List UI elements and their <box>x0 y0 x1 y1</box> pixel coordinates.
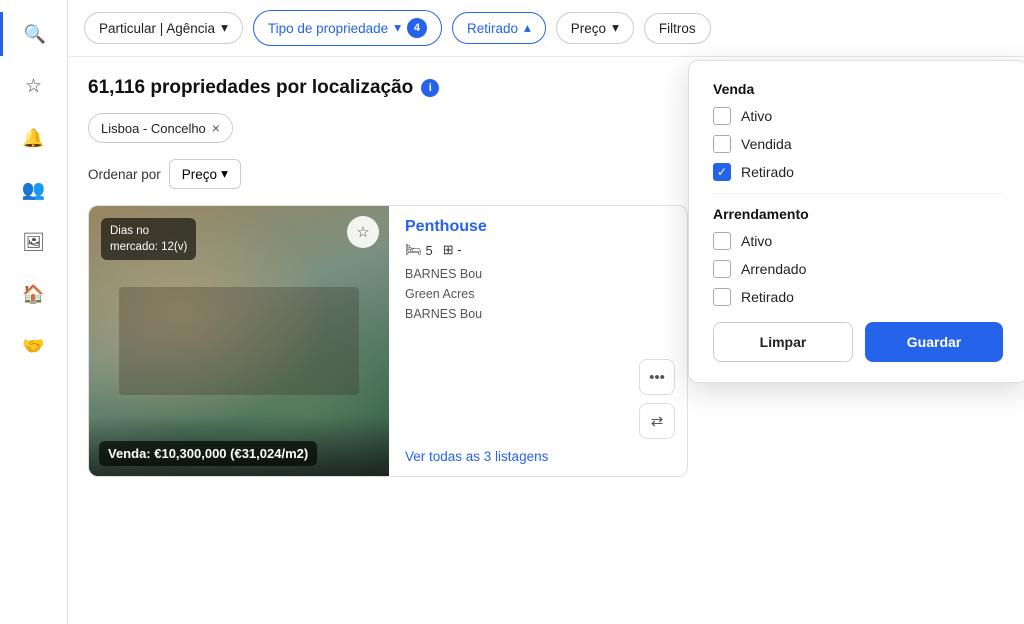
label-venda-vendida: Vendida <box>741 136 792 152</box>
chevron-down-icon: ▾ <box>221 20 228 36</box>
bell-icon: 🔔 <box>22 128 44 149</box>
filter-retirado[interactable]: Retirado ▴ <box>452 12 546 44</box>
card-image: Dias no mercado: 12(v) ☆ Venda: €10,300,… <box>89 206 389 476</box>
sidebar: 🔍 ☆ 🔔 👥 🖼 🏠 🤝 <box>0 0 68 624</box>
checkbox-venda-vendida[interactable] <box>713 135 731 153</box>
label-arrend-ativo: Ativo <box>741 233 772 249</box>
close-icon[interactable]: × <box>212 120 220 136</box>
gallery-icon: 🖼 <box>22 232 45 253</box>
filter-tipo-propriedade[interactable]: Tipo de propriedade ▾ 4 <box>253 10 442 46</box>
dots-icon: ••• <box>649 369 665 386</box>
card-price: Venda: €10,300,000 (€31,024/m2) <box>99 441 317 466</box>
location-tag[interactable]: Lisboa - Concelho × <box>88 113 233 143</box>
agent2: Green Acres <box>405 284 675 304</box>
sort-label: Ordenar por <box>88 167 161 182</box>
agent3: BARNES Bou <box>405 304 675 324</box>
chevron-down-icon: ▾ <box>221 166 228 182</box>
dropdown-item-venda-ativo[interactable]: Ativo <box>713 107 1003 125</box>
checkbox-arrend-ativo[interactable] <box>713 232 731 250</box>
tag-label: Lisboa - Concelho <box>101 121 206 136</box>
view-all-listings-link[interactable]: Ver todas as 3 listagens <box>405 449 675 464</box>
card-actions: ••• ⇄ <box>405 359 675 439</box>
share-button[interactable]: ⇄ <box>639 403 675 439</box>
card-badge: Dias no mercado: 12(v) <box>101 218 196 260</box>
label-venda-retirado: Retirado <box>741 164 794 180</box>
area-info: ⊞ - <box>443 242 462 258</box>
dropdown-item-arrend-retirado[interactable]: Retirado <box>713 288 1003 306</box>
checkbox-venda-retirado[interactable]: ✓ <box>713 163 731 181</box>
dropdown-divider <box>713 193 1003 194</box>
card-info: Penthouse 🛏 5 ⊞ - BARNES Bou Green Acres… <box>405 206 687 476</box>
handshake-icon: 🤝 <box>22 336 44 357</box>
sidebar-item-home[interactable]: 🏠 <box>12 272 56 316</box>
clear-button[interactable]: Limpar <box>713 322 853 362</box>
filter-filtros[interactable]: Filtros <box>644 13 711 44</box>
people-icon: 👥 <box>22 178 46 202</box>
chevron-up-icon: ▴ <box>524 20 531 36</box>
checkbox-venda-ativo[interactable] <box>713 107 731 125</box>
sidebar-item-notifications[interactable]: 🔔 <box>12 116 56 160</box>
property-card: Dias no mercado: 12(v) ☆ Venda: €10,300,… <box>88 205 688 477</box>
dropdown-section-venda: Venda <box>713 81 1003 97</box>
checkbox-arrend-arrendado[interactable] <box>713 260 731 278</box>
sidebar-item-search[interactable]: 🔍 <box>0 12 67 56</box>
sort-value: Preço <box>182 167 217 182</box>
sidebar-item-gallery[interactable]: 🖼 <box>12 220 56 264</box>
filter-preco[interactable]: Preço ▾ <box>556 12 634 44</box>
filter-particular-agencia[interactable]: Particular | Agência ▾ <box>84 12 243 44</box>
dropdown-item-arrend-ativo[interactable]: Ativo <box>713 232 1003 250</box>
results-title: 61,116 propriedades por localização <box>88 77 413 99</box>
label-arrend-retirado: Retirado <box>741 289 794 305</box>
more-options-button[interactable]: ••• <box>639 359 675 395</box>
chevron-down-icon: ▾ <box>612 20 619 36</box>
sidebar-item-favorites[interactable]: ☆ <box>12 64 56 108</box>
label-arrend-arrendado: Arrendado <box>741 261 806 277</box>
filter-badge: 4 <box>407 18 427 38</box>
dropdown-section-arrendamento: Arrendamento <box>713 206 1003 222</box>
checkbox-arrend-retirado[interactable] <box>713 288 731 306</box>
chevron-down-icon: ▾ <box>394 20 401 36</box>
save-button[interactable]: Guardar <box>865 322 1003 362</box>
dropdown-item-arrend-arrendado[interactable]: Arrendado <box>713 260 1003 278</box>
status-dropdown: Venda Ativo Vendida ✓ Retirado Arrendame… <box>688 60 1024 383</box>
dropdown-item-venda-vendida[interactable]: Vendida <box>713 135 1003 153</box>
home-icon: 🏠 <box>22 284 44 305</box>
card-meta: 🛏 5 ⊞ - <box>405 242 675 258</box>
topbar: Particular | Agência ▾ Tipo de proprieda… <box>68 0 1024 57</box>
sidebar-item-partners[interactable]: 🤝 <box>12 324 56 368</box>
dropdown-item-venda-retirado[interactable]: ✓ Retirado <box>713 163 1003 181</box>
favorite-button[interactable]: ☆ <box>347 216 379 248</box>
share-icon: ⇄ <box>651 412 664 430</box>
card-agents: BARNES Bou Green Acres BARNES Bou <box>405 264 675 324</box>
info-icon[interactable]: i <box>421 79 439 97</box>
label-venda-ativo: Ativo <box>741 108 772 124</box>
beds-info: 🛏 5 <box>405 242 433 258</box>
card-title[interactable]: Penthouse <box>405 218 675 236</box>
main-content: Particular | Agência ▾ Tipo de proprieda… <box>68 0 1024 624</box>
star-icon: ☆ <box>25 75 42 98</box>
dropdown-footer: Limpar Guardar <box>713 322 1003 362</box>
star-icon: ☆ <box>356 223 369 241</box>
sort-select[interactable]: Preço ▾ <box>169 159 241 189</box>
sidebar-item-contacts[interactable]: 👥 <box>12 168 56 212</box>
agent1: BARNES Bou <box>405 264 675 284</box>
search-icon: 🔍 <box>24 24 46 45</box>
